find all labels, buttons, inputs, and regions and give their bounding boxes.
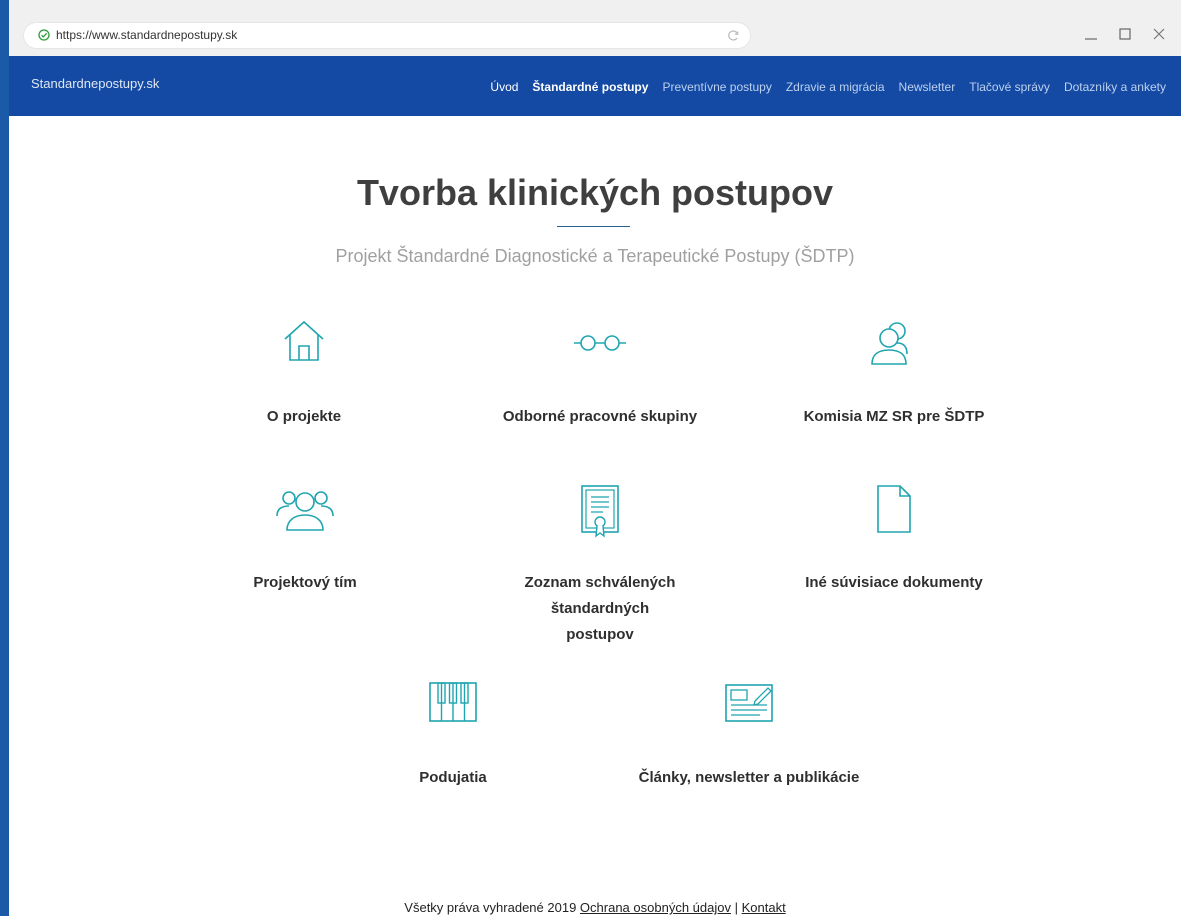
minimize-icon[interactable] xyxy=(1079,22,1103,46)
address-url[interactable]: https://www.standardnepostupy.sk xyxy=(56,23,237,48)
footer: Všetky práva vyhradené 2019 Ochrana osob… xyxy=(9,900,1181,915)
address-bar[interactable]: https://www.standardnepostupy.sk xyxy=(24,23,750,48)
card-label: Projektový tím xyxy=(253,574,357,591)
nav-item-preventivne-postupy[interactable]: Preventívne postupy xyxy=(662,80,771,94)
main-content: Tvorba klinických postupov Projekt Štand… xyxy=(9,116,1181,916)
card-podujatia[interactable]: Podujatia xyxy=(353,677,553,797)
secure-check-icon xyxy=(38,29,50,41)
card-odborne-pracovne-skupiny[interactable]: Odborné pracovné skupiny xyxy=(470,316,730,436)
maximize-icon[interactable] xyxy=(1113,22,1137,46)
card-label: Podujatia xyxy=(419,769,487,786)
document-icon xyxy=(872,482,916,536)
nav-item-standardne-postupy[interactable]: Štandardné postupy xyxy=(532,80,648,94)
certificate-icon xyxy=(576,482,624,540)
footer-privacy-link[interactable]: Ochrana osobných údajov xyxy=(580,900,731,915)
card-label: Články, newsletter a publikácie xyxy=(638,769,860,786)
card-label: Odborné pracovné skupiny xyxy=(502,408,698,425)
title-divider xyxy=(557,226,630,227)
card-label: Iné súvisiace dokumenty xyxy=(805,574,983,591)
card-projektovy-tim[interactable]: Projektový tím xyxy=(205,482,405,602)
users-icon xyxy=(867,316,921,370)
nav-item-uvod[interactable]: Úvod xyxy=(490,80,518,94)
page-subtitle: Projekt Štandardné Diagnostické a Terape… xyxy=(335,246,855,266)
close-icon[interactable] xyxy=(1147,22,1171,46)
card-zoznam-schvalenych[interactable]: Zoznam schválených štandardných postupov xyxy=(470,482,730,643)
top-navbar: Standardnepostupy.sk Úvod Štandardné pos… xyxy=(9,56,1181,116)
reload-icon[interactable] xyxy=(727,29,740,42)
newspaper-icon xyxy=(722,677,776,727)
nav-item-tlacove-spravy[interactable]: Tlačové správy xyxy=(969,80,1050,94)
nav-item-newsletter[interactable]: Newsletter xyxy=(899,80,956,94)
main-menu: Úvod Štandardné postupy Preventívne post… xyxy=(476,80,1166,94)
card-label: O projekte xyxy=(266,408,342,425)
footer-copyright: Všetky práva vyhradené 2019 xyxy=(404,900,577,915)
card-clanky-newsletter-publikacie[interactable]: Články, newsletter a publikácie xyxy=(609,677,889,797)
page-title: Tvorba klinických postupov xyxy=(356,172,834,213)
card-label: Zoznam schválených štandardných postupov xyxy=(524,574,676,643)
site-brand[interactable]: Standardnepostupy.sk xyxy=(31,76,159,91)
piano-icon xyxy=(426,677,480,727)
nav-item-zdravie-a-migracia[interactable]: Zdravie a migrácia xyxy=(786,80,885,94)
card-o-projekte[interactable]: O projekte xyxy=(204,316,404,436)
footer-contact-link[interactable]: Kontakt xyxy=(742,900,786,915)
team-icon xyxy=(273,482,337,536)
card-ine-suvisiace-dokumenty[interactable]: Iné súvisiace dokumenty xyxy=(769,482,1019,602)
card-komisia-mz-sr[interactable]: Komisia MZ SR pre ŠDTP xyxy=(789,316,999,436)
browser-window: https://www.standardnepostupy.sk Standar… xyxy=(9,0,1181,916)
footer-separator: | xyxy=(734,900,738,915)
nav-item-dotazniky-a-ankety[interactable]: Dotazníky a ankety xyxy=(1064,80,1166,94)
home-icon xyxy=(279,316,329,366)
browser-chrome: https://www.standardnepostupy.sk xyxy=(9,0,1181,57)
glasses-icon xyxy=(570,316,630,366)
card-label: Komisia MZ SR pre ŠDTP xyxy=(803,408,985,425)
